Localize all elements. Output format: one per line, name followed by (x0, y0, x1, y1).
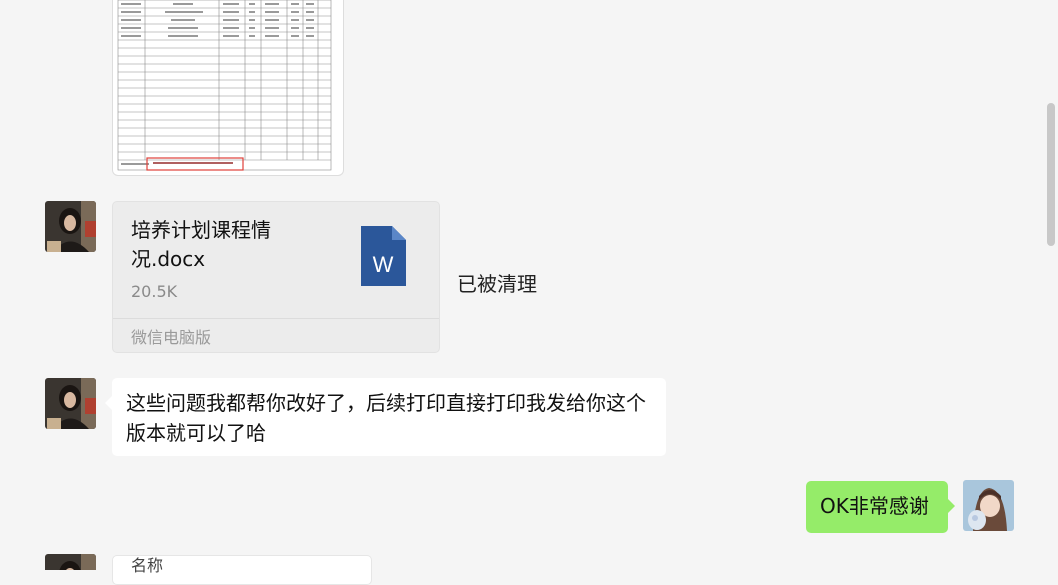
sent-message-bubble[interactable]: OK非常感谢 (806, 481, 955, 533)
svg-text:W: W (373, 252, 394, 277)
document-table-thumbnail (117, 0, 332, 171)
received-message-bubble[interactable]: 这些问题我都帮你改好了，后续打印直接打印我发给你这个版本就可以了哈 (105, 378, 666, 456)
contact-avatar[interactable] (45, 378, 96, 429)
my-avatar[interactable] (963, 480, 1014, 531)
contact-avatar[interactable] (45, 201, 96, 252)
contact-avatar[interactable] (45, 554, 96, 570)
file-message-card[interactable]: 培养计划课程情况.docx 20.5K W 微信电脑版 (112, 201, 440, 353)
message-text: 这些问题我都帮你改好了，后续打印直接打印我发给你这个版本就可以了哈 (126, 391, 646, 445)
file-status: 已被清理 (457, 272, 537, 296)
file-size: 20.5K (131, 282, 178, 301)
file-name: 培养计划课程情况.docx (131, 218, 271, 271)
word-doc-icon: W (361, 226, 406, 286)
partial-card-label: 名称 (131, 556, 164, 575)
chat-scrollbar[interactable] (1047, 103, 1055, 246)
partial-card-message[interactable]: 名称 (112, 555, 372, 585)
document-preview-image[interactable] (112, 0, 344, 176)
message-text: OK非常感谢 (820, 494, 929, 518)
file-source-label: 微信电脑版 (131, 328, 212, 347)
